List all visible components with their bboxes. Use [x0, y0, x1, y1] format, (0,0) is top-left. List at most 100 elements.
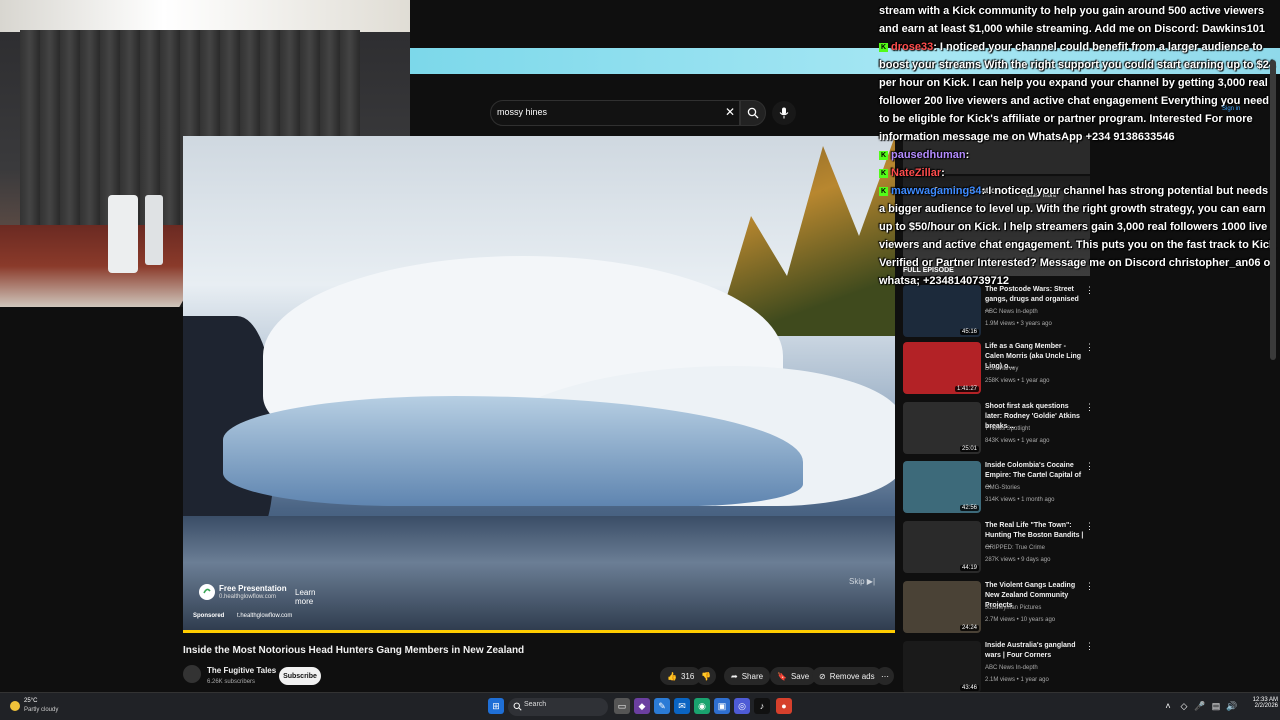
search-input[interactable]: mossy hines ✕ [490, 100, 740, 126]
recommendation-channel[interactable]: Dom Harvey [985, 366, 1018, 372]
progress-bar[interactable] [183, 630, 895, 633]
clear-search-icon[interactable]: ✕ [725, 105, 735, 119]
tray-app-icon[interactable]: ◇ [1176, 698, 1192, 714]
recommendation-duration: 44:19 [959, 565, 979, 571]
recommendation-meta: 2.7M views • 10 years ago [985, 617, 1056, 623]
search-button[interactable] [740, 100, 766, 126]
more-vertical-icon[interactable]: ⋮ [1085, 521, 1094, 532]
recommendation-thumbnail[interactable]: 45:16 [903, 285, 981, 337]
chat-text: : [941, 167, 945, 179]
ad-overlay-card[interactable]: Free Presentation 0.healthglowflow.com L… [195, 580, 335, 606]
recommendation-thumbnail[interactable]: 25:01 [903, 402, 981, 454]
save-label: Save [790, 671, 810, 681]
recommendation-thumbnail[interactable]: 24:24 [903, 581, 981, 633]
recommendation-duration: 42:56 [959, 505, 979, 511]
chat-message: K NateZillar: [879, 164, 1277, 182]
recommendation-item[interactable]: 25:01 Shoot first ask questions later: Ro… [903, 402, 1094, 458]
recommendation-item[interactable]: 43:46 Inside Australia's gangland wars | … [903, 641, 1094, 697]
recommendation-item[interactable]: 24:24 The Violent Gangs Leading New Zeala… [903, 581, 1094, 637]
more-vertical-icon[interactable]: ⋮ [1085, 342, 1094, 353]
youtube-topbar: mossy hines ✕ [410, 96, 910, 130]
save-button[interactable]: 🔖 Save [770, 667, 817, 685]
chat-message: stream with a Kick community to help you… [879, 2, 1277, 38]
ad-logo-icon [199, 584, 215, 600]
chat-text: : [965, 149, 970, 161]
task-view-icon[interactable]: ▭ [614, 698, 630, 714]
start-icon[interactable]: ⊞ [488, 698, 504, 714]
more-vertical-icon[interactable]: ⋮ [1085, 402, 1094, 413]
clock[interactable]: 12:33 AM 2/2/2026 [1246, 697, 1278, 709]
weather-description: Partly cloudy [24, 707, 59, 713]
chat-message: Kpausedhuman: [879, 146, 1277, 164]
stream-chat-overlay: stream with a Kick community to help you… [879, 2, 1277, 290]
app-icon-1[interactable]: ◆ [634, 698, 650, 714]
search-query: mossy hines [497, 107, 548, 117]
tray-chevron-icon[interactable]: ˄ [1160, 698, 1176, 714]
recommendation-channel[interactable]: OMG-Stories [985, 485, 1020, 491]
chat-username[interactable]: NateZillar [891, 167, 941, 179]
channel-name[interactable]: The Fugitive Tales [207, 666, 276, 675]
video-title: Inside the Most Notorious Head Hunters G… [183, 645, 525, 656]
recommendation-title[interactable]: Inside Australia's gangland wars | Four … [985, 641, 1085, 661]
network-icon[interactable]: ▤ [1208, 698, 1224, 714]
ad-sponsored-label: Sponsored [193, 613, 225, 619]
chat-message: Kdrose33: I noticed your channel could b… [879, 38, 1277, 146]
thumbs-down-icon: 👎 [701, 671, 711, 681]
recommendation-meta: 2.1M views • 1 year ago [985, 677, 1049, 683]
microphone-tray-icon[interactable]: 🎤 [1192, 698, 1208, 714]
app-icon-2[interactable]: ✎ [654, 698, 670, 714]
kick-badge-icon: K [879, 42, 888, 52]
discord-icon[interactable]: ◎ [734, 698, 750, 714]
weather-temperature: 25°C [24, 698, 38, 704]
more-vertical-icon[interactable]: ⋮ [1085, 461, 1094, 472]
voice-search-button[interactable] [772, 101, 796, 125]
recommendation-item[interactable]: 45:16 The Postcode Wars: Street gangs, dr… [903, 285, 1094, 341]
recommendation-channel[interactable]: ABC News In-depth [985, 309, 1038, 315]
recommendation-item[interactable]: 44:19 The Real Life "The Town": Hunting T… [903, 521, 1094, 577]
page-scrollbar[interactable] [1270, 60, 1276, 360]
recommendation-meta: 314K views • 1 month ago [985, 497, 1055, 503]
store-icon[interactable]: ▣ [714, 698, 730, 714]
recommendation-channel[interactable]: 7 News Spotlight [985, 426, 1030, 432]
no-ads-icon: ⊘ [819, 671, 826, 681]
tiktok-icon[interactable]: ♪ [754, 698, 770, 714]
like-count: 316 [680, 671, 695, 681]
sign-in-button[interactable]: Sign in [1222, 106, 1240, 112]
remove-ads-button[interactable]: ⊘ Remove ads [812, 667, 882, 685]
recommendation-channel[interactable]: GRIPPED: True Crime [985, 545, 1045, 551]
recommendation-thumbnail[interactable]: 42:56 [903, 461, 981, 513]
more-vertical-icon[interactable]: ⋮ [1085, 581, 1094, 592]
recommendation-meta: 1.9M views • 3 years ago [985, 321, 1052, 327]
weather-widget[interactable]: 25°C Partly cloudy [8, 697, 78, 717]
chat-username[interactable]: drose33 [891, 41, 933, 53]
recommendation-thumbnail[interactable]: 43:46 [903, 641, 981, 693]
edge-browser-icon[interactable]: ◉ [694, 698, 710, 714]
mail-icon[interactable]: ✉ [674, 698, 690, 714]
subscribe-button[interactable]: Subscribe [279, 667, 321, 685]
chat-username[interactable]: mawwagaming34 [891, 185, 981, 197]
ad-footer-url[interactable]: t.healthglowflow.com [237, 613, 292, 619]
video-player[interactable]: Free Presentation 0.healthglowflow.com L… [183, 136, 895, 633]
skip-label: Skip [849, 577, 865, 586]
chat-username[interactable]: pausedhuman [891, 149, 966, 161]
channel-avatar[interactable] [183, 665, 201, 683]
volume-icon[interactable]: 🔊 [1224, 698, 1240, 714]
recommendation-item[interactable]: 42:56 Inside Colombia's Cocaine Empire: T… [903, 461, 1094, 517]
chat-text: stream with a Kick community to help you… [879, 5, 1265, 35]
recommendation-channel[interactable]: Journeyman Pictures [985, 605, 1041, 611]
share-button[interactable]: ➦ Share [724, 667, 771, 685]
skip-ad-button[interactable]: Skip ▶| [849, 577, 875, 586]
recommendation-channel[interactable]: ABC News In-depth [985, 665, 1038, 671]
chat-text: : I noticed your channel could benefit f… [879, 41, 1275, 143]
recommendation-duration: 45:16 [959, 329, 979, 335]
more-vertical-icon[interactable]: ⋮ [1085, 641, 1094, 652]
more-actions-button[interactable]: ⋯ [876, 667, 894, 685]
microphone-icon [779, 107, 789, 119]
taskbar-search[interactable]: Search [508, 698, 608, 716]
recommendation-item[interactable]: 1:41:27 Life as a Gang Member - Calen Mor… [903, 342, 1094, 398]
recommendation-thumbnail[interactable]: 1:41:27 [903, 342, 981, 394]
dislike-button[interactable]: 👎 [696, 667, 716, 685]
ad-learn-more-button[interactable]: Learn more [295, 588, 335, 606]
recommendation-thumbnail[interactable]: 44:19 [903, 521, 981, 573]
chrome-icon[interactable]: ● [776, 698, 792, 714]
